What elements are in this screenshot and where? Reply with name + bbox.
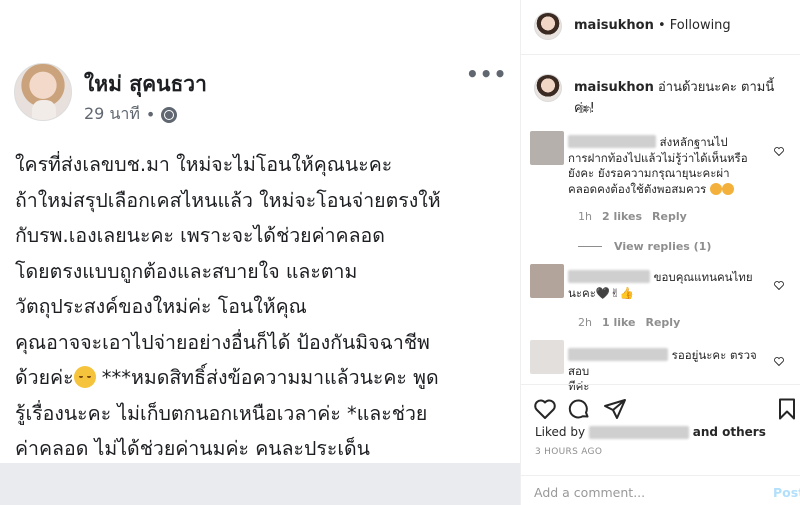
comment-like-heart-icon[interactable] [774,357,784,366]
post-line: ด้วยค่ะ [15,366,74,389]
post-line: โดยตรงแบบถูกต้องและสบายใจ และตาม [15,259,358,283]
instagram-panel: maisukhon • Following maisukhon อ่านด้วย… [520,0,800,505]
post-line: รู้เรื่องนะคะ ไม่เก็บตกนอกเหนือเวลาค่ะ *… [15,401,428,425]
reply-button[interactable]: Reply [652,210,687,223]
post-meta: 29 นาที • [84,102,178,127]
divider-dash [578,246,602,247]
blurred-username [568,348,668,361]
caption: maisukhon อ่านด้วยนะคะ ตามนี้ค่ะ! [574,76,794,118]
comment-meta: 1h 2 likes Reply [578,210,687,223]
comment-line: คลอดคงต้องใช้ตังพอสมควร [568,181,707,196]
post-line: ***หมดสิทธิ์ส่งข้อความมาแล้วนะคะ พูด [95,366,439,389]
comment-avatar[interactable] [530,264,564,298]
header-separator: • [653,18,670,33]
post-line: กับรพ.เองเลยนะคะ เพราะจะได้ช่วยค่าคลอด [15,224,385,247]
comment-line: ขอบคุณแทนคนไทย [650,270,753,284]
post-time[interactable]: 29 นาที [84,102,140,127]
caption-username[interactable]: maisukhon [574,80,654,95]
caption-time: 3h [578,103,592,116]
save-bookmark-icon[interactable] [775,397,799,421]
post-comment-button[interactable]: Post [773,485,800,500]
post-body: ใครที่ส่งเลขบช.มา ใหม่จะไม่โอนให้คุณนะคะ… [15,147,510,467]
post-footer-background [0,463,520,505]
comment-time: 2h [578,316,592,329]
comment-avatar[interactable] [530,131,564,165]
post-line-with-emoji: ด้วยค่ะ ***หมดสิทธิ์ส่งข้อความมาแล้วนะคะ… [15,360,510,396]
comment-like-heart-icon[interactable] [774,281,784,290]
comment-line: นะคะ [568,285,596,300]
blurred-username [588,425,689,439]
post-line: คุณอาจจะเอาไปจ่ายอย่างอื่นก็ได้ ป้องกันม… [15,330,430,354]
comment-text: ขอบคุณแทนคนไทย นะคะ🖤✌👍 [568,270,768,301]
share-paper-plane-icon[interactable] [603,397,627,421]
more-options-button[interactable]: ••• [466,62,507,86]
liked-by-prefix: Liked by [535,425,586,439]
header-text: maisukhon • Following [574,18,731,33]
comment-likes[interactable]: 2 likes [602,210,642,223]
comment-avatar[interactable] [530,340,564,374]
meta-separator: • [145,105,156,124]
comment-like-heart-icon[interactable] [774,147,784,156]
blurred-username [568,270,650,283]
globe-icon [161,106,178,123]
post-line: ใครที่ส่งเลขบช.มา ใหม่จะไม่โอนให้คุณนะคะ [15,153,393,176]
comment-bubble-icon[interactable] [567,397,591,421]
sad-face-emoji-icon [710,182,722,195]
reply-button[interactable]: Reply [646,316,681,329]
relieved-face-emoji-icon [73,366,96,388]
heart-hands-emoji-icon: 🖤✌👍 [595,285,635,300]
add-comment-bar: Add a comment... Post [521,475,800,505]
caption-avatar[interactable] [534,74,562,102]
post-line: ถ้าใหม่สรุปเลือกเคสไหนแล้ว ใหม่จะโอนจ่าย… [15,188,441,212]
post-date: 3 HOURS AGO [535,447,603,457]
comment-text: ส่งหลักฐานไป การฝากท้องไปแล้วไม่รู้ว่าได… [568,135,768,197]
comment-meta: 2h 1 like Reply [578,316,680,329]
comment-line: การฝากท้องไปแล้วไม่รู้ว่าได้เห็นหรือ [568,150,748,165]
post-line: ค่าคลอด ไม่ได้ช่วยค่านมค่ะ คนละประเด็น [15,437,370,460]
ig-header: maisukhon • Following [521,0,800,55]
header-avatar[interactable] [534,12,562,40]
comment-likes[interactable]: 1 like [602,316,636,329]
action-bar [521,384,800,424]
view-replies-label[interactable]: View replies (1) [614,240,711,253]
follow-status-button[interactable]: Following [670,18,731,33]
author-avatar[interactable] [14,63,72,121]
comment-line: ยังคะ ยังรอความกรุณายุนะคะผ่า [568,166,730,180]
facebook-post: ใหม่ สุคนธวา 29 นาที • ••• ใครที่ส่งเลขบ… [0,0,520,463]
add-comment-input[interactable]: Add a comment... [534,485,645,500]
comment-line: ส่งหลักฐานไป [656,135,728,149]
sad-face-emoji-icon [722,182,734,195]
comment-time: 1h [578,210,592,223]
header-username[interactable]: maisukhon [574,18,654,33]
liked-by-others[interactable]: and others [693,425,766,439]
blurred-username [568,135,656,148]
liked-by: Liked by and others [535,425,766,439]
author-name[interactable]: ใหม่ สุคนธวา [84,68,207,101]
view-replies[interactable]: View replies (1) [578,240,711,253]
post-line: วัตถุประสงค์ของใหม่ค่ะ โอนให้คุณ [15,295,307,318]
like-heart-icon[interactable] [533,397,557,421]
